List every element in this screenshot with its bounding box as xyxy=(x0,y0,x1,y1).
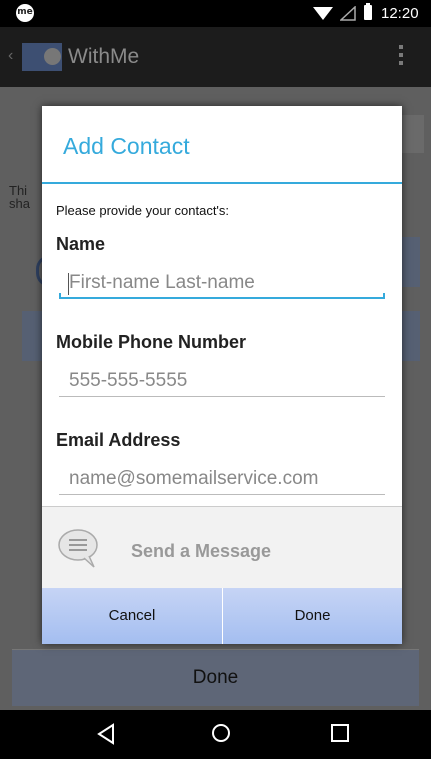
send-message-label: Send a Message xyxy=(131,541,272,561)
overflow-menu-icon[interactable] xyxy=(399,45,403,69)
clock: 12:20 xyxy=(381,5,419,22)
phone-underline xyxy=(59,396,385,397)
dialog-subtitle: Please provide your contact's: xyxy=(56,203,230,218)
background-text: Thi sha xyxy=(9,184,30,210)
email-input[interactable]: name@somemailservice.com xyxy=(59,465,385,495)
app-badge-text: me xyxy=(17,7,33,17)
nav-home-icon[interactable] xyxy=(212,724,230,742)
wifi-icon xyxy=(313,7,333,20)
app-logo-icon[interactable] xyxy=(22,43,62,71)
app-notification-icon: me xyxy=(16,4,34,22)
chat-bubble-icon xyxy=(58,529,98,568)
add-contact-dialog: Add Contact Please provide your contact'… xyxy=(42,106,402,644)
cancel-button[interactable]: Cancel xyxy=(42,588,222,644)
title-divider xyxy=(42,182,402,184)
name-placeholder: First-name Last-name xyxy=(69,272,255,293)
nav-recent-apps-icon[interactable] xyxy=(331,724,349,742)
navigation-bar xyxy=(0,710,431,759)
name-underline xyxy=(59,293,385,299)
done-button[interactable]: Done xyxy=(223,588,402,644)
email-underline xyxy=(59,494,385,495)
signal-icon xyxy=(340,6,356,21)
background-done-button: Done xyxy=(12,649,419,706)
dialog-button-bar: Cancel Done xyxy=(42,588,402,644)
send-message-button[interactable]: Send a Message xyxy=(42,506,402,589)
email-placeholder: name@somemailservice.com xyxy=(69,468,319,489)
nav-back-icon[interactable] xyxy=(96,723,116,745)
action-bar: ‹ WithMe xyxy=(0,27,431,87)
background-text-line: sha xyxy=(9,196,30,211)
app-title: WithMe xyxy=(68,45,140,68)
email-label: Email Address xyxy=(56,430,181,450)
phone-input[interactable]: 555-555-5555 xyxy=(59,367,385,397)
phone-placeholder: 555-555-5555 xyxy=(69,370,188,391)
status-bar: me 12:20 xyxy=(0,0,431,27)
background-done-label: Done xyxy=(192,667,239,688)
phone-label: Mobile Phone Number xyxy=(56,332,247,352)
name-label: Name xyxy=(56,234,106,254)
name-input[interactable]: First-name Last-name xyxy=(59,269,385,299)
battery-icon xyxy=(364,3,372,20)
dialog-title: Add Contact xyxy=(63,133,190,159)
back-chevron-icon[interactable]: ‹ xyxy=(8,47,13,65)
